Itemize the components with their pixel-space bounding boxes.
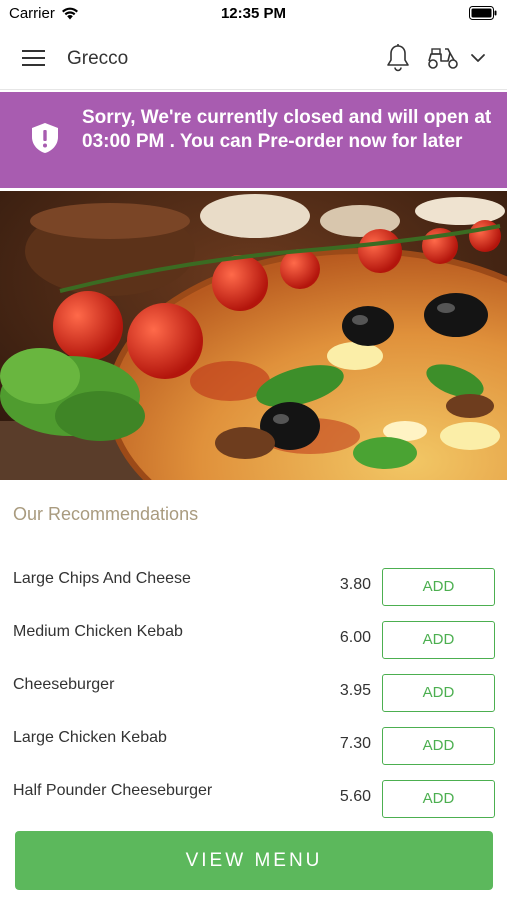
add-button[interactable]: ADD: [382, 727, 495, 765]
item-price: 5.60: [339, 788, 371, 805]
recommendation-item: Cheeseburger 3.95 ADD: [0, 674, 507, 714]
item-price: 6.00: [339, 629, 371, 646]
bell-icon: [387, 44, 409, 72]
item-name: Large Chips And Cheese: [13, 570, 191, 587]
item-name: Half Pounder Cheeseburger: [13, 782, 213, 799]
restaurant-title: Grecco: [67, 48, 129, 69]
delivery-mode-dropdown[interactable]: [469, 50, 487, 66]
recommendation-item: Medium Chicken Kebab 6.00 ADD: [0, 621, 507, 661]
add-button[interactable]: ADD: [382, 568, 495, 606]
scooter-icon: [428, 48, 458, 69]
item-price: 3.80: [339, 576, 371, 593]
item-name: Cheeseburger: [13, 676, 115, 693]
add-button[interactable]: ADD: [382, 780, 495, 818]
closed-message: Sorry, We're currently closed and will o…: [82, 107, 492, 152]
item-name: Large Chicken Kebab: [13, 729, 167, 746]
recommendation-item: Half Pounder Cheeseburger 5.60 ADD: [0, 780, 507, 820]
recommendations-title: Our Recommendations: [13, 504, 199, 524]
notifications-button[interactable]: [385, 43, 411, 73]
status-bar: Carrier 12:35 PM: [0, 0, 507, 28]
hero-food-image: [0, 191, 507, 480]
delivery-mode-button[interactable]: [426, 45, 460, 71]
recommendation-item: Large Chips And Cheese 3.80 ADD: [0, 568, 507, 608]
add-button[interactable]: ADD: [382, 621, 495, 659]
item-price: 7.30: [339, 735, 371, 752]
clock: 12:35 PM: [220, 5, 287, 22]
closed-banner: Sorry, We're currently closed and will o…: [0, 92, 507, 188]
battery-icon: [469, 6, 497, 25]
view-menu-button[interactable]: VIEW MENU: [15, 831, 493, 890]
menu-button[interactable]: [22, 48, 46, 68]
chevron-down-icon: [471, 54, 485, 62]
item-price: 3.95: [339, 682, 371, 699]
add-button[interactable]: ADD: [382, 674, 495, 712]
recommendation-item: Large Chicken Kebab 7.30 ADD: [0, 727, 507, 767]
menu-icon: [22, 50, 45, 66]
item-name: Medium Chicken Kebab: [13, 623, 183, 640]
shield-alert-icon: [31, 122, 59, 154]
nav-bar: Grecco: [0, 28, 507, 90]
